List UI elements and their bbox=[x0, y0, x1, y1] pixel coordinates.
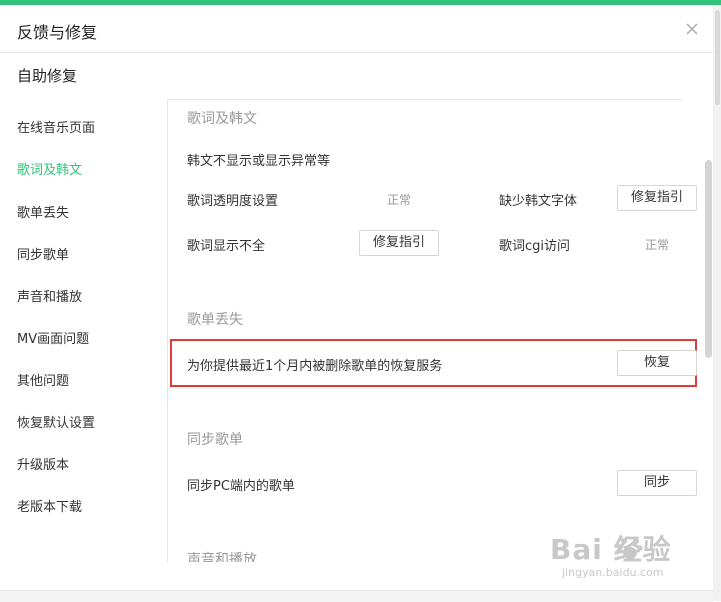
outer-scrollbar-thumb[interactable] bbox=[715, 10, 720, 105]
lyrics-incomplete-repair-guide-button[interactable]: 修复指引 bbox=[359, 230, 439, 256]
lyrics-cgi-label: 歌词cgi访问 bbox=[499, 239, 571, 254]
sidebar-item-other-issues[interactable]: 其他问题 bbox=[17, 370, 69, 389]
sidebar-item-playlist-loss[interactable]: 歌单丢失 bbox=[17, 202, 69, 221]
watermark-logo-text: Bai 经验 bbox=[550, 533, 672, 566]
sidebar-item-old-versions[interactable]: 老版本下载 bbox=[17, 496, 82, 515]
group-title-sound: 声音和播放 bbox=[187, 552, 257, 562]
korean-issue-text: 韩文不显示或显示异常等 bbox=[187, 154, 331, 169]
group-title-lyrics: 歌词及韩文 bbox=[187, 111, 257, 127]
missing-font-repair-guide-button[interactable]: 修复指引 bbox=[617, 185, 697, 211]
sidebar-item-online-music[interactable]: 在线音乐页面 bbox=[17, 117, 95, 136]
repair-content-panel: 歌词及韩文 韩文不显示或显示异常等 歌词透明度设置 正常 缺少韩文字体 修复指引… bbox=[168, 100, 698, 562]
sync-pc-playlist-text: 同步PC端内的歌单 bbox=[187, 479, 295, 494]
lyrics-transparency-status: 正常 bbox=[387, 193, 412, 207]
dialog-title-bar: 反馈与修复 bbox=[0, 5, 713, 53]
sidebar-item-upgrade[interactable]: 升级版本 bbox=[17, 454, 69, 473]
baidu-paw-icon bbox=[616, 534, 644, 562]
playlist-restore-text: 为你提供最近1个月内被删除歌单的恢复服务 bbox=[187, 359, 443, 374]
sidebar-item-sync-playlist[interactable]: 同步歌单 bbox=[17, 244, 69, 263]
sidebar-item-mv-issues[interactable]: MV画面问题 bbox=[17, 328, 89, 347]
page-section-title: 自助修复 bbox=[17, 67, 78, 85]
missing-korean-font-label: 缺少韩文字体 bbox=[499, 194, 578, 209]
sidebar-item-lyrics-korean[interactable]: 歌词及韩文 bbox=[17, 159, 82, 178]
sidebar-item-sound-playback[interactable]: 声音和播放 bbox=[17, 286, 82, 305]
sidebar: 在线音乐页面 歌词及韩文 歌单丢失 同步歌单 声音和播放 MV画面问题 其他问题… bbox=[0, 100, 168, 562]
sidebar-item-restore-defaults[interactable]: 恢复默认设置 bbox=[17, 412, 95, 431]
close-icon[interactable] bbox=[684, 21, 700, 37]
group-title-playlist-loss: 歌单丢失 bbox=[187, 312, 243, 328]
lyrics-transparency-label: 歌词透明度设置 bbox=[187, 194, 279, 209]
group-title-sync: 同步歌单 bbox=[187, 432, 243, 448]
bottom-edge-strip bbox=[0, 590, 713, 602]
watermark-url: jingyan.baidu.com bbox=[562, 566, 664, 579]
lyrics-cgi-status: 正常 bbox=[645, 238, 670, 252]
dialog-title: 反馈与修复 bbox=[17, 23, 98, 42]
sync-button[interactable]: 同步 bbox=[617, 470, 697, 496]
playlist-restore-button[interactable]: 恢复 bbox=[617, 350, 697, 376]
baidu-watermark: Bai 经验 jingyan.baidu.com bbox=[550, 528, 710, 588]
lyrics-incomplete-label: 歌词显示不全 bbox=[187, 239, 266, 254]
content-scrollbar-thumb[interactable] bbox=[705, 160, 712, 358]
